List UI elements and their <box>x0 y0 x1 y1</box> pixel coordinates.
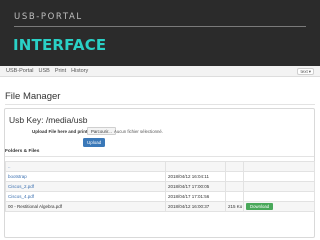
file-link[interactable]: .. <box>8 164 11 169</box>
file-name-cell[interactable]: .. <box>5 161 166 172</box>
table-row[interactable]: .. <box>5 161 315 172</box>
file-link[interactable]: Ciscos_4.pdf <box>8 194 34 199</box>
nav-links: USB-Portal USB Print History <box>0 68 88 74</box>
file-date-cell: 2018/04/17 17:00:05 <box>165 181 226 192</box>
app-screenshot: USB-Portal USB Print History text ▾ File… <box>0 66 320 240</box>
section-divider <box>5 156 314 157</box>
file-name-cell[interactable]: Ciscos_4.pdf <box>5 191 166 202</box>
slide-eyebrow: USB-PORTAL <box>14 12 83 22</box>
language-value: text <box>300 69 308 74</box>
upload-button[interactable]: Upload <box>83 138 106 147</box>
file-name-cell: 00 - Restitional Algebra.pdf <box>5 201 166 212</box>
table-row[interactable]: bootstrap 2018/04/12 16:04:11 <box>5 171 315 182</box>
file-action-cell <box>243 181 315 192</box>
file-action-cell <box>243 191 315 202</box>
file-size-cell <box>225 181 244 192</box>
file-size-cell <box>225 191 244 202</box>
table-row[interactable]: Ciscos_4.pdf 2018/04/17 17:01:56 <box>5 191 315 202</box>
file-date-cell <box>165 161 226 172</box>
usb-key-title: Usb Key: /media/usb <box>9 115 88 125</box>
table-row[interactable]: 00 - Restitional Algebra.pdf 2018/04/12 … <box>5 201 315 212</box>
browse-button[interactable]: Parcourir... <box>87 127 116 135</box>
file-date-cell: 2018/04/12 16:04:11 <box>165 171 226 182</box>
title-divider <box>5 104 315 105</box>
nav-item-history[interactable]: History <box>71 68 88 74</box>
upload-label: Upload File here and print <box>32 129 88 134</box>
top-navbar: USB-Portal USB Print History text ▾ <box>0 66 320 77</box>
header-divider <box>14 26 306 27</box>
file-link[interactable]: bootstrap <box>8 174 27 179</box>
table-row[interactable]: Ciscos_2.pdf 2018/04/17 17:00:05 <box>5 181 315 192</box>
file-table: .. bootstrap 2018/04/12 16:04:11 Ciscos_… <box>5 161 315 212</box>
file-date-cell: 2018/04/17 17:01:56 <box>165 191 226 202</box>
nav-item-print[interactable]: Print <box>55 68 66 74</box>
chevron-down-icon: ▾ <box>308 68 311 74</box>
file-action-cell: Download <box>243 201 315 212</box>
folders-files-label: Folders & Files <box>5 149 40 154</box>
file-action-cell <box>243 161 315 172</box>
nav-item-usb[interactable]: USB <box>39 68 50 74</box>
slide-headline: INTERFACE <box>13 36 107 54</box>
no-file-selected-text: Aucun fichier sélectionné. <box>114 129 163 134</box>
file-size-cell: 215 Ko <box>225 201 244 212</box>
slide-header: USB-PORTAL INTERFACE <box>0 0 320 64</box>
file-link[interactable]: Ciscos_2.pdf <box>8 184 34 189</box>
page-title: File Manager <box>5 91 61 102</box>
nav-item-usb-portal[interactable]: USB-Portal <box>6 68 34 74</box>
file-size-cell <box>225 161 244 172</box>
file-table-body: .. bootstrap 2018/04/12 16:04:11 Ciscos_… <box>5 161 315 212</box>
file-name-cell[interactable]: bootstrap <box>5 171 166 182</box>
file-action-cell <box>243 171 315 182</box>
usb-panel: Usb Key: /media/usb Upload File here and… <box>4 108 315 238</box>
file-size-cell <box>225 171 244 182</box>
language-select[interactable]: text ▾ <box>297 68 314 75</box>
download-button[interactable]: Download <box>246 203 274 210</box>
file-date-cell: 2018/04/12 16:00:37 <box>165 201 226 212</box>
file-name-cell[interactable]: Ciscos_2.pdf <box>5 181 166 192</box>
